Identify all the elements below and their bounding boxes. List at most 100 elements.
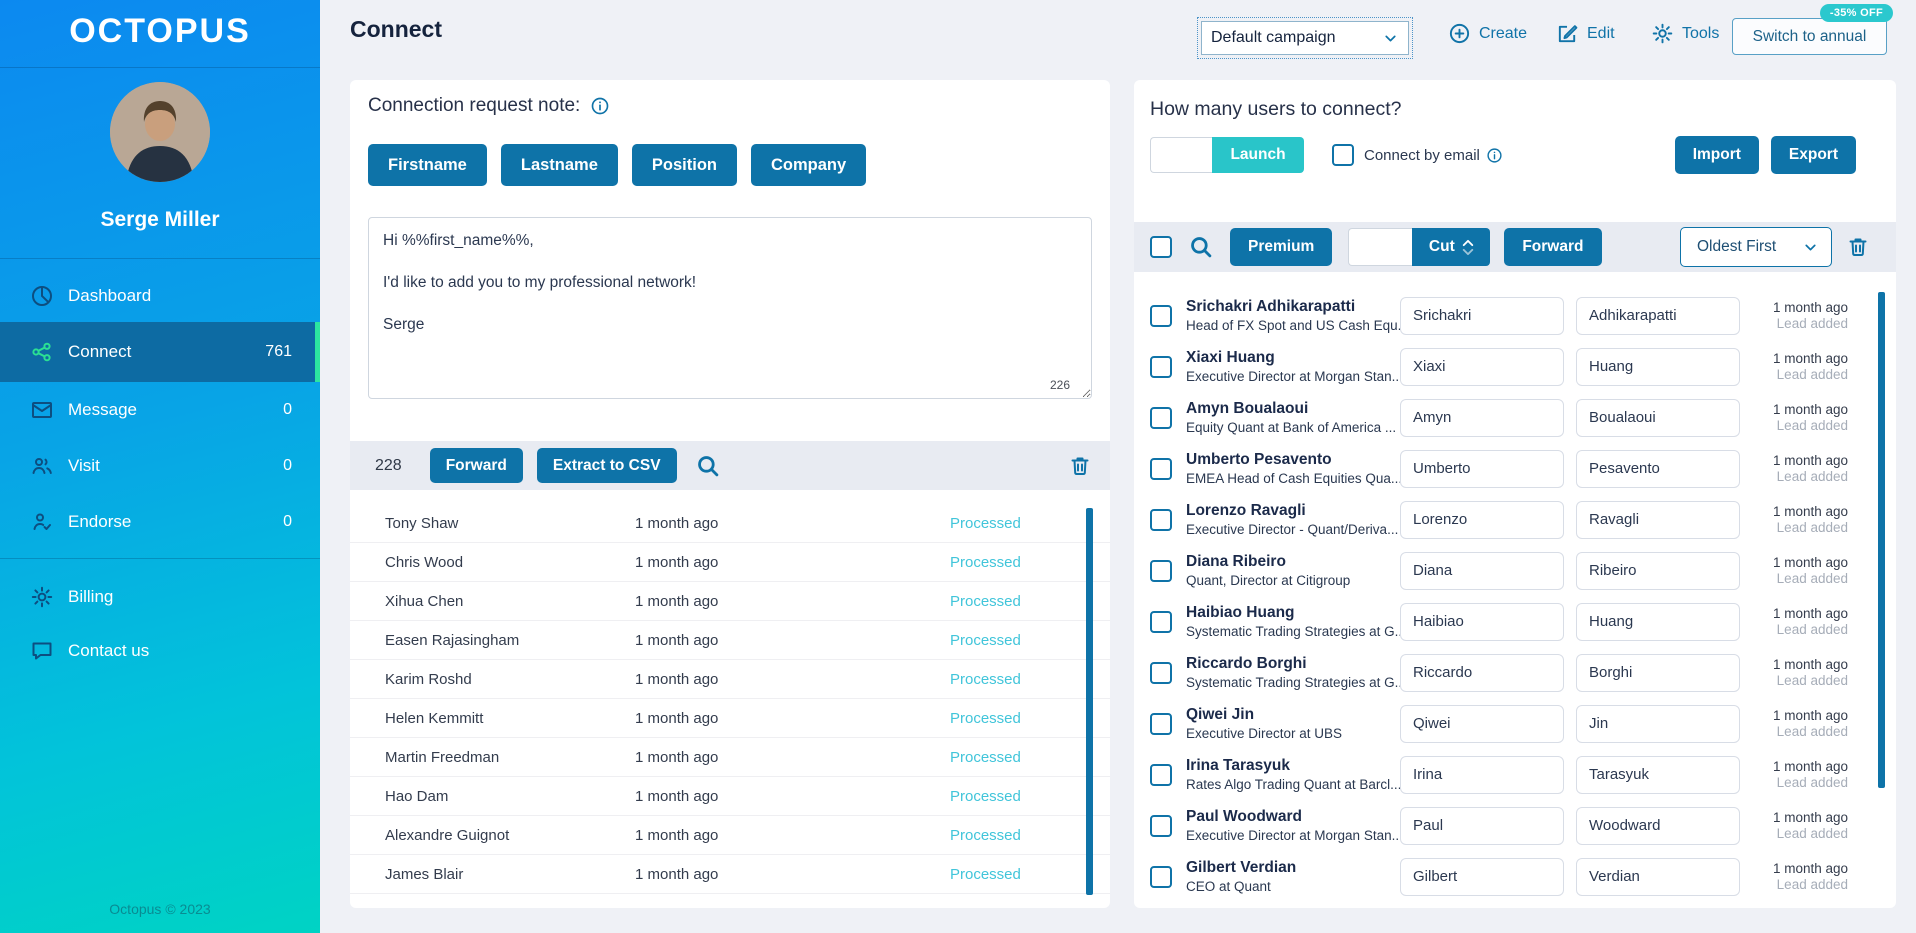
contact-lastname-input[interactable] (1576, 602, 1740, 641)
contact-name: Umberto Pesavento (1186, 451, 1332, 468)
sidebar-item-dashboard[interactable]: Dashboard (0, 272, 320, 320)
processed-row: Xihua Chen 1 month ago Processed (350, 582, 1110, 621)
contact-checkbox[interactable] (1150, 406, 1172, 429)
sidebar-item-visit[interactable]: Visit 0 (0, 442, 320, 490)
contact-status: Lead added (1776, 418, 1848, 433)
contact-checkbox[interactable] (1150, 559, 1172, 582)
variable-button[interactable]: Lastname (500, 144, 618, 186)
contact-firstname-input[interactable] (1400, 755, 1564, 794)
contact-firstname-input[interactable] (1400, 551, 1564, 590)
people-icon (30, 454, 54, 478)
contact-checkbox[interactable] (1150, 763, 1172, 786)
variable-button[interactable]: Company (750, 144, 867, 186)
contact-firstname-input[interactable] (1400, 449, 1564, 488)
contact-lastname-input[interactable] (1576, 551, 1740, 590)
contacts-scrollbar[interactable] (1878, 292, 1885, 788)
sidebar-item-message[interactable]: Message 0 (0, 386, 320, 434)
contact-title: Systematic Trading Strategies at G... (1186, 675, 1400, 690)
contact-lastname-input[interactable] (1576, 296, 1740, 335)
contact-time: 1 month ago (1772, 708, 1848, 723)
contact-firstname-input[interactable] (1400, 500, 1564, 539)
info-icon[interactable] (590, 96, 610, 116)
forward-button[interactable]: Forward (429, 448, 523, 483)
contact-lastname-input[interactable] (1576, 806, 1740, 845)
contact-meta: 1 month ago Lead added (1740, 402, 1848, 433)
trash-icon[interactable] (1068, 454, 1092, 478)
contact-time: 1 month ago (1772, 810, 1848, 825)
divider (0, 67, 320, 68)
processed-name: Helen Kemmitt (385, 709, 484, 727)
launch-button[interactable]: Launch (1212, 137, 1304, 173)
search-icon[interactable] (695, 453, 721, 479)
export-button[interactable]: Export (1770, 136, 1856, 174)
create-button[interactable]: Create (1448, 22, 1527, 45)
contact-time: 1 month ago (1772, 504, 1848, 519)
contact-checkbox[interactable] (1150, 865, 1172, 888)
search-icon[interactable] (1188, 234, 1214, 260)
campaign-select[interactable]: Default campaign (1197, 17, 1413, 59)
contacts-toolbar: Premium Cut Forward Oldest First (1134, 222, 1896, 272)
forward-button[interactable]: Forward (1504, 228, 1602, 266)
connect-by-email-checkbox[interactable] (1332, 144, 1354, 166)
contact-checkbox[interactable] (1150, 610, 1172, 633)
variable-button[interactable]: Position (631, 144, 737, 186)
contact-firstname-input[interactable] (1400, 602, 1564, 641)
processed-status: Processed (950, 514, 1021, 532)
premium-button[interactable]: Premium (1230, 228, 1333, 266)
note-textarea[interactable] (368, 217, 1092, 399)
processed-name: Martin Freedman (385, 748, 500, 766)
sidebar-item-contact-us[interactable]: Contact us (0, 628, 320, 674)
cut-stepper[interactable] (1462, 239, 1474, 256)
contact-lastname-input[interactable] (1576, 449, 1740, 488)
contact-checkbox[interactable] (1150, 712, 1172, 735)
contact-firstname-input[interactable] (1400, 806, 1564, 845)
contact-checkbox[interactable] (1150, 304, 1172, 327)
stepper-down-icon[interactable] (1462, 248, 1474, 256)
contact-checkbox[interactable] (1150, 508, 1172, 531)
person-check-icon (30, 510, 54, 534)
contact-checkbox[interactable] (1150, 814, 1172, 837)
users-count-input[interactable] (1150, 137, 1212, 173)
contact-lastname-input[interactable] (1576, 704, 1740, 743)
sidebar-item-connect[interactable]: Connect 761 (0, 322, 320, 382)
contact-lastname-input[interactable] (1576, 398, 1740, 437)
contact-firstname-input[interactable] (1400, 653, 1564, 692)
contact-list: Srichakri Adhikarapatti Head of FX Spot … (1134, 290, 1896, 902)
contact-lastname-input[interactable] (1576, 500, 1740, 539)
processed-status: Processed (950, 553, 1021, 571)
sort-select[interactable]: Oldest First (1680, 227, 1832, 267)
contact-firstname-input[interactable] (1400, 857, 1564, 896)
select-all-checkbox[interactable] (1150, 236, 1172, 258)
contact-checkbox[interactable] (1150, 355, 1172, 378)
contact-row: Gilbert Verdian CEO at Quant 1 month ago… (1134, 851, 1896, 902)
contact-lastname-input[interactable] (1576, 653, 1740, 692)
sidebar-item-endorse[interactable]: Endorse 0 (0, 498, 320, 546)
avatar-image (110, 82, 210, 182)
contact-identity: Diana Ribeiro Quant, Director at Citigro… (1186, 553, 1400, 588)
switch-to-annual-button[interactable]: Switch to annual (1732, 18, 1887, 55)
contact-row: Amyn Boualaoui Equity Quant at Bank of A… (1134, 392, 1896, 443)
extract-to-csv-button[interactable]: Extract to CSV (536, 448, 677, 483)
contact-checkbox[interactable] (1150, 457, 1172, 480)
contact-lastname-input[interactable] (1576, 755, 1740, 794)
variable-button[interactable]: Firstname (368, 144, 487, 186)
contact-firstname-input[interactable] (1400, 347, 1564, 386)
contact-checkbox[interactable] (1150, 661, 1172, 684)
contact-firstname-input[interactable] (1400, 704, 1564, 743)
sidebar-item-billing[interactable]: Billing (0, 574, 320, 620)
trash-icon[interactable] (1846, 235, 1870, 259)
processed-scrollbar[interactable] (1086, 508, 1093, 895)
gear-icon (1651, 22, 1674, 45)
contact-firstname-input[interactable] (1400, 398, 1564, 437)
contact-firstname-input[interactable] (1400, 296, 1564, 335)
app-logo: OCTOPUS (69, 12, 251, 50)
contact-lastname-input[interactable] (1576, 347, 1740, 386)
edit-button[interactable]: Edit (1556, 22, 1615, 45)
cut-button[interactable]: Cut (1412, 228, 1491, 266)
import-button[interactable]: Import (1674, 136, 1759, 174)
cut-count-input[interactable] (1348, 228, 1413, 266)
info-icon[interactable] (1486, 147, 1503, 164)
stepper-up-icon[interactable] (1462, 239, 1474, 247)
contact-lastname-input[interactable] (1576, 857, 1740, 896)
tools-button[interactable]: Tools (1651, 22, 1719, 45)
